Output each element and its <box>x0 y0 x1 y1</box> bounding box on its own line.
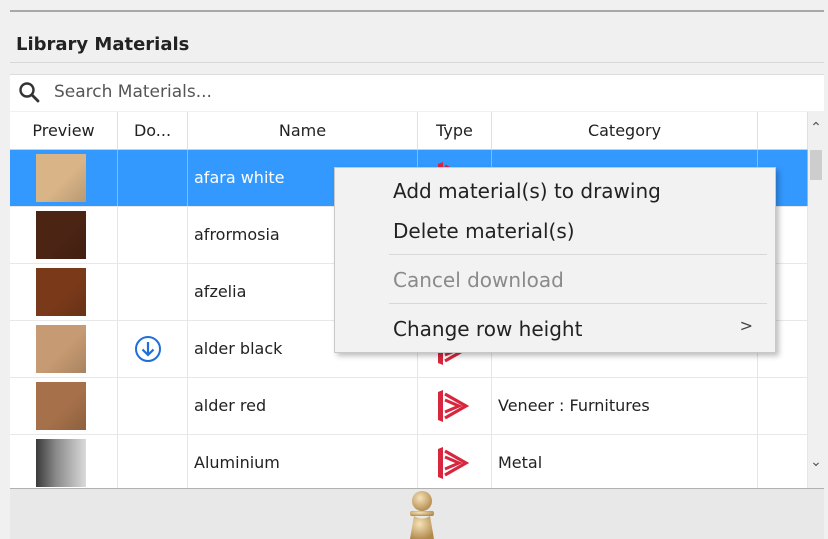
download-cell <box>118 207 188 263</box>
material-swatch <box>36 268 86 316</box>
material-swatch <box>36 154 86 202</box>
material-type-icon <box>438 447 470 479</box>
pawn-preview-image <box>410 491 434 539</box>
column-header-name[interactable]: Name <box>188 112 418 149</box>
name-cell: Aluminium <box>188 435 418 488</box>
material-category: Metal <box>498 453 543 472</box>
material-type-icon <box>438 390 470 422</box>
scroll-up-icon[interactable]: ⌃ <box>808 120 824 136</box>
download-cell <box>118 264 188 320</box>
material-swatch <box>36 325 86 373</box>
download-cell <box>118 435 188 488</box>
menu-item-delete[interactable]: Delete material(s) <box>393 219 575 243</box>
table-row[interactable]: alder red Veneer : Furnitures <box>10 378 808 435</box>
material-category: Veneer : Furnitures <box>498 396 650 415</box>
material-name: alder red <box>194 396 267 415</box>
menu-separator <box>389 254 767 255</box>
download-cell <box>118 150 188 206</box>
name-cell: alder red <box>188 378 418 434</box>
material-swatch <box>36 382 86 430</box>
type-cell <box>418 435 492 488</box>
column-header-category[interactable]: Category <box>492 112 758 149</box>
material-name: alder black <box>194 339 283 358</box>
search-icon <box>19 82 40 103</box>
preview-cell <box>10 207 118 263</box>
preview-cell <box>10 435 118 488</box>
context-menu: Add material(s) to drawing Delete materi… <box>334 167 776 353</box>
column-header-type[interactable]: Type <box>418 112 492 149</box>
column-header-download[interactable]: Do... <box>118 112 188 149</box>
material-swatch <box>36 439 86 487</box>
download-icon[interactable] <box>134 335 162 363</box>
search-input[interactable] <box>54 80 754 104</box>
menu-item-cancel-download[interactable]: Cancel download <box>393 268 564 292</box>
download-cell <box>118 378 188 434</box>
extra-cell <box>758 435 808 488</box>
extra-cell <box>758 378 808 434</box>
material-preview-area <box>10 488 824 539</box>
scroll-thumb[interactable] <box>810 150 822 180</box>
table-header: Preview Do... Name Type Category <box>10 112 824 150</box>
menu-item-add-to-drawing[interactable]: Add material(s) to drawing <box>393 179 661 203</box>
preview-cell <box>10 321 118 377</box>
column-header-preview[interactable]: Preview <box>10 112 118 149</box>
category-cell: Metal <box>492 435 758 488</box>
preview-cell <box>10 264 118 320</box>
category-cell: Veneer : Furnitures <box>492 378 758 434</box>
table-row[interactable]: Aluminium Metal <box>10 435 808 488</box>
vertical-scrollbar[interactable]: ⌃ ⌄ <box>808 112 824 488</box>
submenu-arrow-icon: > <box>739 316 753 335</box>
preview-cell <box>10 378 118 434</box>
download-cell <box>118 321 188 377</box>
panel-title: Library Materials <box>16 34 190 55</box>
scroll-down-icon[interactable]: ⌄ <box>808 454 824 470</box>
search-bar <box>10 74 824 111</box>
column-header-extra <box>758 112 808 149</box>
material-swatch <box>36 211 86 259</box>
panel-title-bar: Library Materials <box>10 26 824 63</box>
material-name: afara white <box>194 168 285 187</box>
material-name: Aluminium <box>194 453 280 472</box>
type-cell <box>418 378 492 434</box>
menu-item-change-row-height[interactable]: Change row height <box>393 317 582 341</box>
preview-cell <box>10 150 118 206</box>
material-name: afzelia <box>194 282 247 301</box>
menu-separator <box>389 303 767 304</box>
material-name: afrormosia <box>194 225 280 244</box>
